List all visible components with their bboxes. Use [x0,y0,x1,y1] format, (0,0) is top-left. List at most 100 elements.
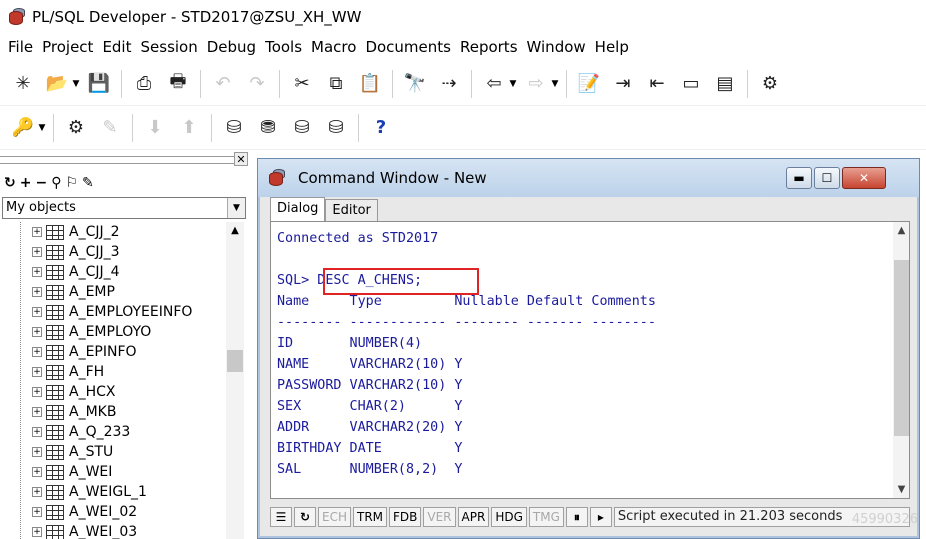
object-filter-select[interactable]: My objects ▼ [2,197,246,219]
tree-item[interactable]: + A_CJJ_2 [0,222,226,242]
paste-icon[interactable]: 📋 [353,69,387,99]
expand-icon[interactable]: + [32,447,42,457]
key-icon[interactable]: 🔑 [6,113,40,143]
copy-icon[interactable]: ⧉ [319,69,353,99]
filter-edit-icon[interactable]: ✎ [82,175,94,191]
tree-item[interactable]: + A_CJJ_3 [0,242,226,262]
tree-item[interactable]: + A_EMPLOYEEINFO [0,302,226,322]
scroll-up-icon[interactable]: ▲ [893,222,909,239]
chevron-down-icon[interactable]: ▼ [227,198,245,218]
describe-icon[interactable]: 📝 [572,69,606,99]
uncomment-icon[interactable]: ▤ [708,69,742,99]
panel-grip[interactable] [0,156,234,164]
scroll-thumb[interactable] [227,350,243,372]
gear-icon[interactable]: ⚙ [59,113,93,143]
expand-icon[interactable]: + [32,507,42,517]
output-scrollbar[interactable]: ▲ ▼ [893,222,909,498]
output-mode-icon[interactable]: ☰ [270,507,292,527]
redo-icon[interactable]: ↷ [240,69,274,99]
tree-scrollbar[interactable]: ▲ [226,222,244,539]
menu-help[interactable]: Help [591,38,634,56]
add-icon[interactable]: + [20,175,32,191]
tree-item[interactable]: + A_FH [0,362,226,382]
unindent-icon[interactable]: ⇤ [640,69,674,99]
compile-icon[interactable]: ⇦ [477,69,511,99]
comment-icon[interactable]: ▭ [674,69,708,99]
remove-icon[interactable]: − [35,175,47,191]
expand-icon[interactable]: + [32,367,42,377]
menu-documents[interactable]: Documents [361,38,456,56]
tree-item[interactable]: + A_EMPLOYO [0,322,226,342]
tree-item[interactable]: + A_WEIGL_1 [0,482,226,502]
db-sql-icon[interactable]: ⛁ [217,113,251,143]
find-replace-icon[interactable]: ⇢ [432,69,466,99]
expand-icon[interactable]: + [32,407,42,417]
menu-edit[interactable]: Edit [98,38,136,56]
tree-item[interactable]: + A_WEI [0,462,226,482]
play-icon[interactable]: ▸ [589,507,612,527]
feedback-toggle[interactable]: FDB [389,507,422,527]
tree-item[interactable]: + A_HCX [0,382,226,402]
expand-icon[interactable]: + [32,347,42,357]
print-icon[interactable]: ⎙ [127,69,161,99]
execute-icon[interactable]: ⇨ [519,69,553,99]
menu-window[interactable]: Window [523,38,591,56]
save-icon[interactable]: 💾 [82,69,116,99]
timing-toggle[interactable]: TMG [528,507,564,527]
autoprint-toggle[interactable]: APR [457,507,490,527]
expand-icon[interactable]: + [32,327,42,337]
db-sql-window-icon[interactable]: ⛃ [251,113,285,143]
tree-item[interactable]: + A_EPINFO [0,342,226,362]
find-icon[interactable]: 🔭 [398,69,432,99]
new-icon[interactable]: ✳ [6,69,40,99]
echo-toggle[interactable]: ECH [318,507,351,527]
refresh-icon[interactable]: ↻ [4,175,16,191]
expand-icon[interactable]: + [32,527,42,537]
db-query-icon[interactable]: ⛁ [285,113,319,143]
menu-session[interactable]: Session [137,38,203,56]
maximize-button[interactable]: ☐ [814,167,840,189]
tree-item[interactable]: + A_EMP [0,282,226,302]
command-output[interactable]: Connected as STD2017 SQL> DESC A_CHENS; Na… [270,221,910,499]
command-window-titlebar[interactable]: Command Window - New ▬ ☐ ✕ [258,159,919,197]
close-icon[interactable]: ✕ [234,152,248,166]
expand-icon[interactable]: + [32,387,42,397]
find-icon[interactable]: ⚲ [51,175,61,191]
expand-icon[interactable]: + [32,427,42,437]
upload-icon[interactable]: ⬆ [172,113,206,143]
wrench-icon[interactable]: ✎ [93,113,127,143]
termout-toggle[interactable]: TRM [352,507,388,527]
scroll-down-icon[interactable]: ▼ [893,481,909,498]
refresh-icon[interactable]: ↻ [294,507,316,527]
open-folder-icon[interactable]: 📂 [40,69,74,99]
menu-macro[interactable]: Macro [307,38,361,56]
menu-tools[interactable]: Tools [261,38,307,56]
verify-toggle[interactable]: VER [423,507,456,527]
close-button[interactable]: ✕ [842,167,886,189]
tree-item[interactable]: + A_STU [0,442,226,462]
scroll-thumb[interactable] [894,260,909,436]
expand-icon[interactable]: + [32,307,42,317]
menu-debug[interactable]: Debug [203,38,261,56]
cut-icon[interactable]: ✂ [285,69,319,99]
tree-item[interactable]: + A_WEI_03 [0,522,226,539]
help-icon[interactable]: ? [364,113,398,143]
expand-icon[interactable]: + [32,267,42,277]
tree-item[interactable]: + A_MKB [0,402,226,422]
print-setup-icon[interactable]: 🖶 [161,69,195,99]
indent-icon[interactable]: ⇥ [606,69,640,99]
db-disconnect-icon[interactable]: ⛁ [319,113,353,143]
undo-icon[interactable]: ↶ [206,69,240,99]
expand-icon[interactable]: + [32,287,42,297]
tree-item[interactable]: + A_Q_233 [0,422,226,442]
scroll-up-icon[interactable]: ▲ [226,222,244,240]
tree-item[interactable]: + A_WEI_02 [0,502,226,522]
expand-icon[interactable]: + [32,467,42,477]
tools-icon[interactable]: ⚙ [753,69,787,99]
tab-editor[interactable]: Editor [325,199,378,221]
menu-project[interactable]: Project [38,38,98,56]
tab-dialog[interactable]: Dialog [270,197,326,221]
expand-icon[interactable]: + [32,247,42,257]
menu-reports[interactable]: Reports [456,38,523,56]
tree-item[interactable]: + A_CJJ_4 [0,262,226,282]
